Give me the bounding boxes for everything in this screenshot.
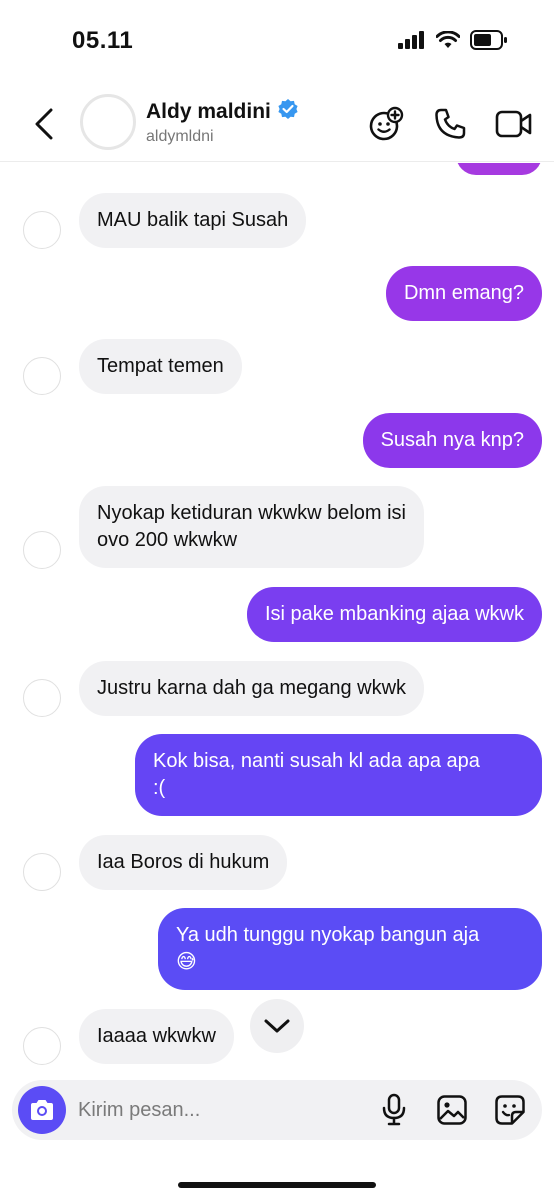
image-icon	[437, 1095, 467, 1125]
verified-badge-icon	[277, 98, 299, 126]
message-bubble-sent[interactable]: Dmn emang?	[385, 266, 542, 321]
message-bubble-sent[interactable]: Kok bisa, nanti susah kl ada apa apa:(	[135, 734, 542, 816]
sender-avatar[interactable]	[23, 211, 61, 249]
sender-avatar[interactable]	[23, 679, 61, 717]
home-indicator[interactable]	[178, 1182, 376, 1188]
camera-icon	[31, 1100, 53, 1120]
contact-avatar[interactable]	[80, 94, 136, 150]
chat-header: Aldy maldini aldymldni	[0, 84, 554, 162]
composer-actions	[376, 1092, 528, 1128]
contact-name-row[interactable]: Aldy maldini	[146, 98, 299, 126]
message-bubble-received[interactable]: Nyokap ketiduran wkwkw belom isi ovo 200 …	[79, 486, 425, 568]
microphone-icon	[382, 1093, 406, 1126]
sticker-button[interactable]	[492, 1092, 528, 1128]
effects-button[interactable]	[366, 104, 406, 144]
sticker-icon	[495, 1095, 525, 1125]
video-call-button[interactable]	[494, 104, 534, 144]
status-bar: 05.11	[0, 0, 554, 84]
message-bubble-sent[interactable]: Ya udh tunggu nyokap bangun aja 😅	[158, 908, 542, 990]
call-button[interactable]	[430, 104, 470, 144]
voice-message-button[interactable]	[376, 1092, 412, 1128]
message-composer	[12, 1080, 542, 1140]
contact-username: aldymldni	[146, 128, 214, 145]
signal-icon	[398, 31, 426, 54]
sender-avatar[interactable]	[23, 357, 61, 395]
battery-icon	[470, 30, 508, 55]
status-time: 05.11	[72, 27, 134, 54]
message-bubble-received[interactable]: Iaa Boros di hukum	[79, 835, 288, 890]
message-bubble-sent[interactable]: Isi pake mbanking ajaa wkwk	[246, 587, 542, 642]
message-bubble-received[interactable]: Justru karna dah ga megang wkwk	[79, 661, 425, 716]
message-input[interactable]	[78, 1096, 358, 1124]
video-icon	[495, 110, 532, 138]
message-thread[interactable]: MAU balik tapi Susah Dmn emang? Tempat t…	[0, 163, 554, 1075]
camera-button[interactable]	[18, 1086, 66, 1134]
back-icon	[35, 108, 53, 140]
back-button[interactable]	[26, 104, 62, 144]
phone-icon	[435, 108, 466, 139]
status-icons	[398, 30, 508, 55]
sender-avatar[interactable]	[23, 853, 61, 891]
gallery-button[interactable]	[434, 1092, 470, 1128]
effects-icon	[369, 106, 404, 141]
message-bubble-received[interactable]: Iaaaa wkwkw	[79, 1009, 234, 1064]
sender-avatar[interactable]	[23, 531, 61, 569]
sender-avatar[interactable]	[23, 1027, 61, 1065]
message-bubble-sent[interactable]: Susah nya knp?	[362, 413, 542, 468]
message-bubble-received[interactable]: MAU balik tapi Susah	[79, 193, 307, 248]
wifi-icon	[435, 30, 461, 54]
message-bubble-sent[interactable]	[456, 163, 542, 175]
message-bubble-received[interactable]: Tempat temen	[79, 339, 242, 394]
chevron-down-icon	[264, 1019, 290, 1033]
header-actions	[366, 104, 534, 144]
contact-name: Aldy maldini	[146, 100, 271, 123]
scroll-to-bottom-button[interactable]	[250, 999, 304, 1053]
